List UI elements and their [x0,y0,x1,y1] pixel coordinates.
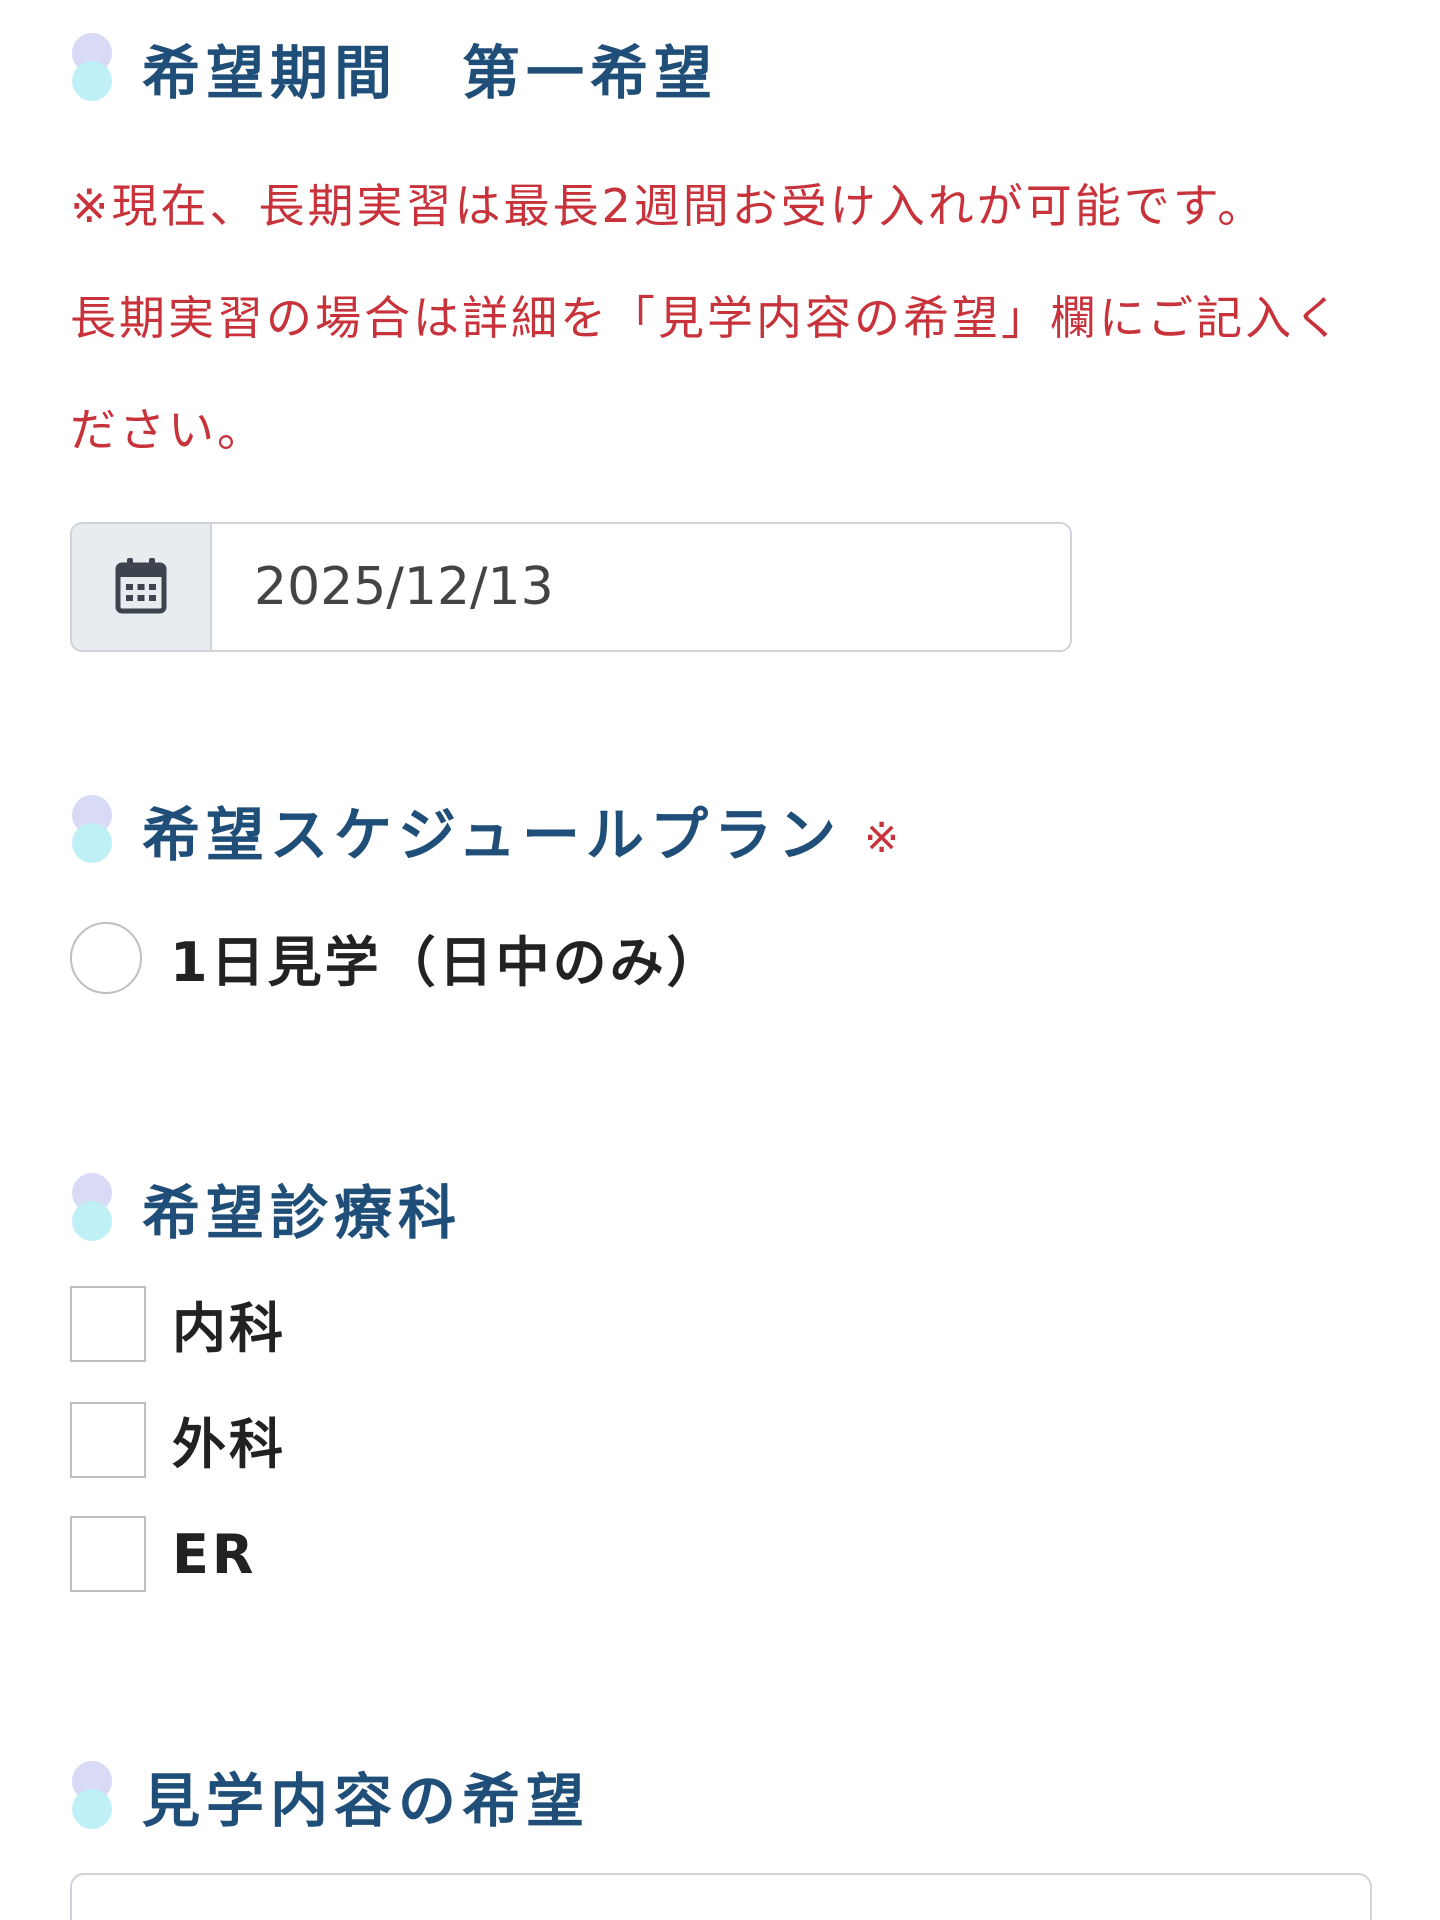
period-notice-line-3: ださい。 [70,403,266,457]
schedule-heading: 希望スケジュールプラン ※ [70,790,899,870]
calendar-icon [115,556,167,618]
period-notice-line-2: 長期実習の場合は詳細を「見学内容の希望」欄にご記入く [70,291,1344,345]
department-checkbox[interactable] [70,1401,146,1478]
department-option-label: 内科 [172,1297,286,1360]
calendar-button[interactable] [70,522,210,652]
form-page: 希望期間 第一希望 ※現在、長期実習は最長2週間お受け入れが可能です。 長期実習… [0,0,1440,1920]
date-input-group [70,522,1072,652]
department-heading: 希望診療科 [70,1168,462,1248]
schedule-heading-text: 希望スケジュールプラン [142,801,842,869]
department-checkbox[interactable] [70,1516,146,1592]
department-option-label: ER [172,1522,257,1586]
schedule-option-1day[interactable]: 1日見学（日中のみ） [70,918,724,997]
department-heading-text: 希望診療科 [142,1179,463,1247]
heading-bullet-icon [70,1761,114,1831]
heading-bullet-icon [70,795,114,865]
department-option-surgery[interactable]: 外科 [70,1400,286,1479]
schedule-radio[interactable] [70,921,142,994]
department-option-internal[interactable]: 内科 [70,1284,286,1363]
department-option-er[interactable]: ER [70,1516,256,1592]
required-mark: ※ [863,812,900,862]
content-textarea[interactable] [70,1873,1372,1920]
heading-bullet-icon [70,1173,114,1243]
period-notice-line-1: ※現在、長期実習は最長2週間お受け入れが可能です。 [70,179,1267,233]
date-input[interactable] [210,522,1072,652]
content-heading: 見学内容の希望 [70,1756,590,1836]
period-heading: 希望期間 第一希望 [70,28,718,108]
period-heading-text: 希望期間 第一希望 [142,39,719,107]
department-checkbox[interactable] [70,1285,146,1362]
heading-bullet-icon [70,33,114,103]
department-option-label: 外科 [172,1413,286,1476]
schedule-option-label: 1日見学（日中のみ） [170,931,724,994]
content-heading-text: 見学内容の希望 [142,1767,591,1835]
